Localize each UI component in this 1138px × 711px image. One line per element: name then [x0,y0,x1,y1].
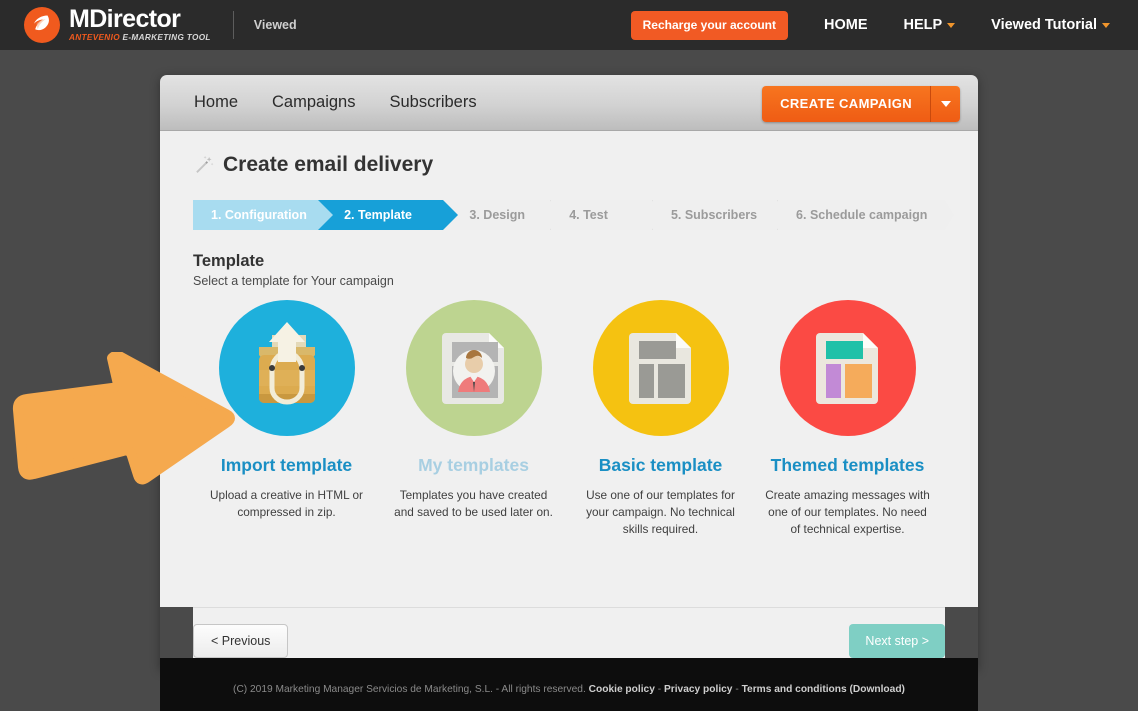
document-colored-layout-icon [815,333,878,404]
page-title-row: Create email delivery [193,153,945,177]
account-name-label: Viewed [253,18,297,32]
brand-divider [232,11,234,39]
topbar-right-nav: Recharge your account HOME HELP Viewed T… [630,10,1110,40]
brand-tagline-antevenio: ANTEVENIO [69,33,120,43]
template-option-my-templates-circle[interactable] [405,300,542,436]
magic-wand-icon [196,155,214,173]
template-option-import[interactable]: Import template Upload a creative in HTM… [193,300,380,537]
wizard-step-4-label: 4. Test [569,208,608,222]
wizard-step-4-test[interactable]: 4. Test [551,200,661,230]
screenshot-root: MDirector ANTEVENIO E-MARKETING TOOL Vie… [0,0,1138,711]
next-step-button[interactable]: Next step > [849,624,945,658]
wizard-step-1-label: 1. Configuration [211,208,307,222]
previous-step-button[interactable]: < Previous [193,624,289,658]
template-option-themed-desc: Create amazing messages with one of our … [765,488,930,536]
wizard-step-2-template[interactable]: 2. Template [318,200,459,230]
wizard-step-1-configuration[interactable]: 1. Configuration [193,200,334,230]
chevron-down-icon [940,101,951,107]
wizard-step-5-subscribers[interactable]: 5. Subscribers [652,200,787,230]
template-option-import-title[interactable]: Import template [193,455,380,476]
nav-item-campaigns[interactable]: Campaigns [272,93,355,112]
template-option-my-templates-desc: Templates you have created and saved to … [394,488,553,519]
document-person-icon [441,333,504,404]
page-content: Create email delivery 1. Configuration 2… [160,131,978,607]
topnav-item-home[interactable]: HOME [824,17,868,33]
footer-link-cookie-policy[interactable]: Cookie policy [589,684,655,695]
footer-link-privacy-policy[interactable]: Privacy policy [664,684,733,695]
create-campaign-dropdown-toggle[interactable] [930,86,960,122]
topnav-item-tutorial-label: Viewed Tutorial [991,17,1097,33]
footer-copyright: (C) 2019 Marketing Manager Servicios de … [233,683,586,695]
brand-logo[interactable]: MDirector ANTEVENIO E-MARKETING TOOL [24,7,211,43]
global-topbar: MDirector ANTEVENIO E-MARKETING TOOL Vie… [0,0,1138,50]
wizard-step-6-schedule[interactable]: 6. Schedule campaign [778,200,954,230]
document-layout-icon [628,333,691,404]
wizard-step-2-label: 2. Template [344,208,412,222]
nav-item-home[interactable]: Home [194,93,238,112]
template-option-themed-title[interactable]: Themed templates [754,455,941,476]
app-footer: (C) 2019 Marketing Manager Servicios de … [160,658,978,711]
chevron-down-icon [947,22,956,28]
template-option-import-circle[interactable] [218,300,355,436]
logo-swoosh-icon [34,15,49,31]
template-options-list: Import template Upload a creative in HTM… [193,300,945,537]
upload-box-icon [258,322,315,405]
nav-item-subscribers[interactable]: Subscribers [389,93,476,112]
app-window: Home Campaigns Subscribers CREATE CAMPAI… [160,75,978,711]
template-option-import-desc: Upload a creative in HTML or compressed … [210,488,363,519]
template-option-my-templates-title[interactable]: My templates [380,455,567,476]
create-campaign-button[interactable]: CREATE CAMPAIGN [762,86,930,122]
wizard-step-3-design[interactable]: 3. Design [443,200,559,230]
page-title: Create email delivery [223,153,434,176]
wizard-step-5-label: 5. Subscribers [670,208,758,222]
template-option-themed-circle[interactable] [779,300,916,436]
wizard-step-3-label: 3. Design [469,208,525,222]
brand-name: MDirector [69,5,181,34]
template-option-basic-title[interactable]: Basic template [567,455,754,476]
template-option-basic[interactable]: Basic template Use one of our templates … [567,300,754,537]
topnav-item-tutorial[interactable]: Viewed Tutorial [991,17,1110,33]
template-option-my-templates[interactable]: My templates Templates you have created … [380,300,567,537]
section-subtitle: Select a template for Your campaign [193,274,394,288]
brand-tagline: ANTEVENIO E-MARKETING TOOL [69,34,211,42]
create-campaign-split-button: CREATE CAMPAIGN [762,86,960,122]
recharge-account-button[interactable]: Recharge your account [630,10,788,40]
template-option-basic-circle[interactable] [592,300,729,436]
template-option-basic-desc: Use one of our templates for your campai… [586,488,735,536]
wizard-step-6-label: 6. Schedule campaign [796,208,928,222]
topnav-item-home-label: HOME [824,17,868,33]
wizard-steps: 1. Configuration 2. Template 3. Design 4… [193,200,954,230]
app-navigation-bar: Home Campaigns Subscribers CREATE CAMPAI… [160,75,978,131]
wizard-actions: < Previous Next step > [193,607,945,658]
topnav-item-help-label: HELP [903,17,943,33]
footer-text: (C) 2019 Marketing Manager Servicios de … [233,684,905,695]
topnav-item-help[interactable]: HELP [904,17,956,33]
template-option-themed[interactable]: Themed templates Create amazing messages… [754,300,941,537]
footer-link-terms[interactable]: Terms and conditions (Download) [742,684,905,695]
section-title: Template [193,252,265,270]
chevron-down-icon [1102,22,1110,28]
mdirector-logo-icon [24,7,60,43]
brand-tagline-emarketing: E-MARKETING TOOL [119,33,211,43]
brand-text: MDirector ANTEVENIO E-MARKETING TOOL [69,7,211,42]
